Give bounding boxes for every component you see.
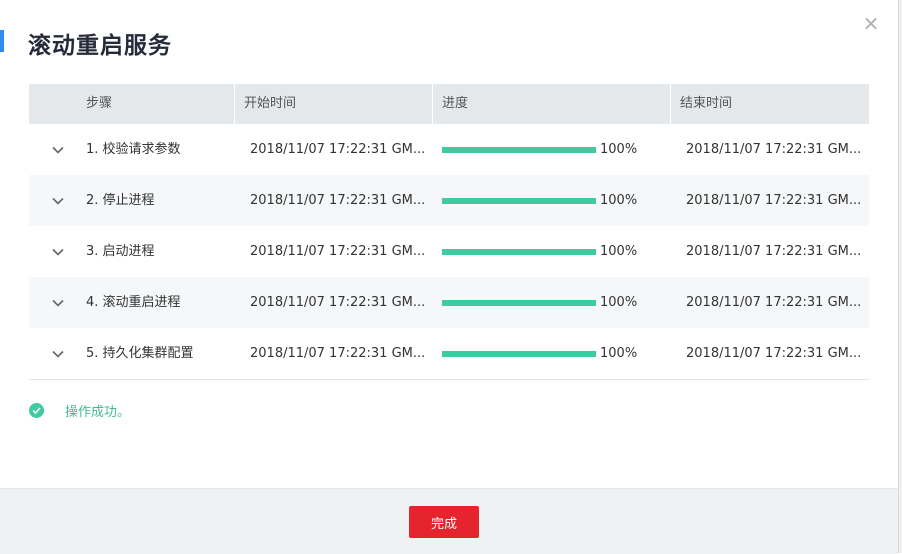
- header-step: 步骤: [86, 96, 113, 111]
- rolling-restart-dialog: 滚动重启服务 × 步骤 开始时间 进度 结束时间 1. 校验请求参数 2018/1…: [0, 0, 898, 554]
- header-start-time: 开始时间: [234, 84, 432, 124]
- progress-cell: 100%: [432, 328, 670, 379]
- end-time-cell: 2018/11/07 17:22:31 GM...: [686, 346, 862, 361]
- end-time-cell: 2018/11/07 17:22:31 GM...: [686, 295, 862, 310]
- progress-percent: 100%: [600, 244, 638, 259]
- step-name: 1. 校验请求参数: [86, 142, 181, 157]
- start-time-cell: 2018/11/07 17:22:31 GM...: [250, 142, 426, 157]
- title-accent-bar: [0, 30, 4, 52]
- table-row: 1. 校验请求参数 2018/11/07 17:22:31 GM... 100% 20…: [29, 124, 869, 175]
- progress-cell: 100%: [432, 124, 670, 175]
- progress-percent: 100%: [600, 142, 638, 157]
- step-cell: 1. 校验请求参数: [29, 124, 234, 175]
- progress-bar: [442, 146, 596, 153]
- progress-bar: [442, 299, 596, 306]
- status-text: 操作成功。: [65, 405, 131, 420]
- progress-bar: [442, 248, 596, 255]
- step-cell: 4. 滚动重启进程: [29, 277, 234, 328]
- chevron-down-icon[interactable]: [29, 175, 86, 226]
- start-time-cell: 2018/11/07 17:22:31 GM...: [250, 295, 426, 310]
- step-name: 3. 启动进程: [86, 244, 155, 259]
- progress-bar: [442, 197, 596, 204]
- table-header: 步骤 开始时间 进度 结束时间: [29, 84, 869, 124]
- done-button[interactable]: 完成: [409, 506, 479, 538]
- table-body: 1. 校验请求参数 2018/11/07 17:22:31 GM... 100% 20…: [29, 124, 869, 380]
- step-name: 4. 滚动重启进程: [86, 295, 181, 310]
- end-time-cell: 2018/11/07 17:22:31 GM...: [686, 142, 862, 157]
- progress-percent: 100%: [600, 295, 638, 310]
- step-cell: 5. 持久化集群配置: [29, 328, 234, 379]
- progress-cell: 100%: [432, 277, 670, 328]
- close-icon[interactable]: ×: [862, 13, 880, 33]
- header-progress: 进度: [432, 84, 670, 124]
- dialog-footer: 完成: [0, 488, 898, 554]
- check-circle-icon: [29, 403, 44, 418]
- table-row: 3. 启动进程 2018/11/07 17:22:31 GM... 100% 2018…: [29, 226, 869, 277]
- step-name: 2. 停止进程: [86, 193, 155, 208]
- chevron-down-icon[interactable]: [29, 277, 86, 328]
- start-time-cell: 2018/11/07 17:22:31 GM...: [250, 346, 426, 361]
- table-row: 5. 持久化集群配置 2018/11/07 17:22:31 GM... 100% 2…: [29, 328, 869, 380]
- status-message: 操作成功。: [29, 401, 130, 420]
- dialog-title: 滚动重启服务: [28, 33, 172, 59]
- table-row: 2. 停止进程 2018/11/07 17:22:31 GM... 100% 2018…: [29, 175, 869, 226]
- chevron-down-icon[interactable]: [29, 328, 86, 379]
- progress-cell: 100%: [432, 226, 670, 277]
- header-end-time: 结束时间: [670, 84, 869, 124]
- start-time-cell: 2018/11/07 17:22:31 GM...: [250, 244, 426, 259]
- end-time-cell: 2018/11/07 17:22:31 GM...: [686, 193, 862, 208]
- end-time-cell: 2018/11/07 17:22:31 GM...: [686, 244, 862, 259]
- chevron-down-icon[interactable]: [29, 226, 86, 277]
- step-cell: 2. 停止进程: [29, 175, 234, 226]
- step-name: 5. 持久化集群配置: [86, 346, 194, 361]
- progress-percent: 100%: [600, 193, 638, 208]
- progress-bar-fill: [442, 248, 596, 255]
- progress-bar-fill: [442, 197, 596, 204]
- progress-bar-fill: [442, 350, 596, 357]
- step-cell: 3. 启动进程: [29, 226, 234, 277]
- background-edge: [898, 0, 902, 553]
- progress-bar-fill: [442, 299, 596, 306]
- chevron-down-icon[interactable]: [29, 124, 86, 175]
- progress-cell: 100%: [432, 175, 670, 226]
- steps-table: 步骤 开始时间 进度 结束时间 1. 校验请求参数 2018/11/07 17:2…: [29, 84, 869, 380]
- start-time-cell: 2018/11/07 17:22:31 GM...: [250, 193, 426, 208]
- progress-bar-fill: [442, 146, 596, 153]
- table-row: 4. 滚动重启进程 2018/11/07 17:22:31 GM... 100% 20…: [29, 277, 869, 328]
- progress-percent: 100%: [600, 346, 638, 361]
- progress-bar: [442, 350, 596, 357]
